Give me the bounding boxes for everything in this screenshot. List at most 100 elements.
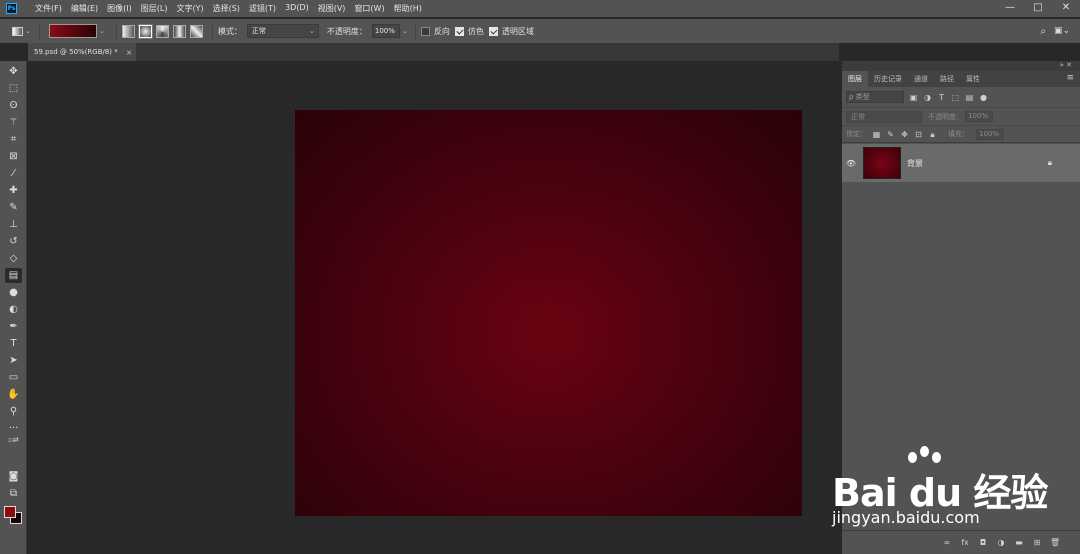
mode-select[interactable]: 正常 ⌄ [246, 24, 319, 38]
default-colors-icon[interactable]: ▫⇄ [5, 433, 22, 448]
gradient-icon[interactable]: ▤ [5, 268, 22, 283]
baidu-watermark: Bai du 经验 jingyan.baidu.com [826, 440, 1048, 540]
menu-image[interactable]: 图像(I) [107, 3, 132, 14]
menu-window[interactable]: 窗口(W) [354, 3, 384, 14]
layer-name: 背景 [907, 158, 923, 168]
pen-icon[interactable]: ✒ [5, 319, 22, 334]
menu-type[interactable]: 文字(Y) [176, 3, 203, 14]
move-icon[interactable]: ✥ [5, 64, 22, 79]
radial-gradient-button[interactable] [137, 23, 153, 39]
workspace-icon[interactable]: ▣⌄ [1054, 26, 1070, 36]
eraser-icon[interactable]: ◇ [5, 251, 22, 266]
marquee-icon[interactable]: ⬚ [5, 81, 22, 96]
blur-icon[interactable]: ● [5, 285, 22, 300]
menu-view[interactable]: 视图(V) [318, 3, 346, 14]
workspace [28, 61, 839, 554]
diamond-gradient-button[interactable] [189, 24, 203, 38]
chevron-down-icon[interactable]: ⌄ [99, 27, 105, 35]
reflected-gradient-button[interactable] [172, 24, 186, 38]
filter-toggle-icon[interactable]: ● [979, 93, 988, 102]
chevron-down-icon[interactable]: ⌄ [400, 24, 410, 38]
eyedropper-icon[interactable]: ⁄ [5, 166, 22, 181]
quick-mask-icon[interactable]: ◙ [5, 469, 22, 484]
dither-checkbox[interactable] [454, 26, 464, 36]
document-tab[interactable]: 59.psd @ 50%(RGB/8) * × [28, 43, 136, 61]
dodge-icon[interactable]: ◐ [5, 302, 22, 317]
zoom-icon[interactable]: ⚲ [5, 404, 22, 419]
tool-preset-picker[interactable]: ⌄ [12, 23, 34, 39]
angle-gradient-button[interactable] [155, 24, 169, 38]
gradient-picker[interactable] [49, 24, 97, 38]
hand-icon[interactable]: ✋ [5, 387, 22, 402]
fill-label: 填充： [948, 130, 969, 138]
lock-artboard-icon[interactable]: ⊡ [914, 130, 923, 139]
layer-opacity-input[interactable]: 100% [965, 111, 993, 122]
close-icon[interactable]: × [126, 48, 133, 57]
tab-history[interactable]: 历史记录 [868, 71, 908, 87]
tab-paths[interactable]: 路径 [934, 71, 960, 87]
path-selection-icon[interactable]: ➤ [5, 353, 22, 368]
rectangle-icon[interactable]: ▭ [5, 370, 22, 385]
visibility-eye-icon[interactable]: 👁︎ [842, 159, 860, 168]
clone-stamp-icon[interactable]: ⊥ [5, 217, 22, 232]
menu-file[interactable]: 文件(F) [35, 3, 62, 14]
filter-shape-icon[interactable]: ⬚ [951, 93, 960, 102]
collapse-icon[interactable]: » ✕ [1060, 61, 1072, 69]
close-button[interactable]: ✕ [1052, 0, 1080, 17]
panel-header: » ✕ [842, 61, 1080, 71]
search-icon[interactable]: ⌕ [1040, 26, 1046, 37]
mode-label: 模式： [217, 26, 242, 36]
tab-properties[interactable]: 属性 [960, 71, 986, 87]
healing-brush-icon[interactable]: ✚ [5, 183, 22, 198]
divider [211, 23, 213, 39]
magic-wand-icon[interactable]: ⚚ [5, 115, 22, 130]
menu-help[interactable]: 帮助(H) [394, 3, 422, 14]
delete-layer-icon[interactable]: 🗑︎ [1050, 538, 1060, 547]
lock-position-icon[interactable]: ✥ [900, 130, 909, 139]
menu-filter[interactable]: 滤镜(T) [249, 3, 276, 14]
menu-items: 文件(F) 编辑(E) 图像(I) 图层(L) 文字(Y) 选择(S) 滤镜(T… [35, 3, 431, 14]
crop-icon[interactable]: ⌗ [5, 132, 22, 147]
opacity-input[interactable]: 100% [371, 24, 400, 38]
menu-edit[interactable]: 编辑(E) [71, 3, 98, 14]
lock-all-icon[interactable]: 🔒︎ [928, 130, 937, 139]
menu-select[interactable]: 选择(S) [213, 3, 240, 14]
chevron-down-icon: ⌄ [309, 27, 315, 35]
blend-row: 正常 不透明度： 100% [842, 107, 1080, 125]
history-brush-icon[interactable]: ↺ [5, 234, 22, 249]
filter-pixel-icon[interactable]: ▣ [909, 93, 918, 102]
lasso-icon[interactable]: ʘ [5, 98, 22, 113]
filter-adjustment-icon[interactable]: ◑ [923, 93, 932, 102]
new-layer-icon[interactable]: ⊞ [1032, 538, 1042, 547]
menu-layer[interactable]: 图层(L) [141, 3, 168, 14]
frame-icon[interactable]: ⊠ [5, 149, 22, 164]
fill-input[interactable]: 100% [976, 128, 1004, 140]
tab-layers[interactable]: 图层 [842, 71, 868, 87]
type-icon[interactable]: T [5, 336, 22, 351]
maximize-button[interactable]: □ [1024, 0, 1052, 17]
transparency-checkbox[interactable] [488, 26, 498, 36]
linear-gradient-button[interactable] [121, 24, 135, 38]
blend-mode-select[interactable]: 正常 [846, 110, 922, 123]
lock-transparency-icon[interactable]: ▦ [872, 130, 881, 139]
menu-bar: Ps 文件(F) 编辑(E) 图像(I) 图层(L) 文字(Y) 选择(S) 滤… [0, 0, 1080, 17]
filter-type-icon[interactable]: T [937, 93, 946, 102]
lock-pixels-icon[interactable]: ✎ [886, 130, 895, 139]
layer-row[interactable]: 👁︎ 背景 🔒︎ [842, 144, 1080, 182]
layer-filter-row: ρ 类型 ▣ ◑ T ⬚ ▤ ● [842, 87, 1080, 107]
filter-type-select[interactable]: ρ 类型 [846, 91, 904, 103]
screen-mode-icon[interactable]: ⧉ [5, 486, 22, 501]
tab-channels[interactable]: 通道 [908, 71, 934, 87]
reverse-checkbox[interactable] [420, 26, 430, 36]
filter-smart-object-icon[interactable]: ▤ [965, 93, 974, 102]
document-canvas[interactable] [295, 110, 802, 516]
brush-icon[interactable]: ✎ [5, 200, 22, 215]
panel-menu-icon[interactable]: ≡ [1066, 73, 1074, 83]
minimize-button[interactable]: — [996, 0, 1024, 17]
foreground-color-swatch[interactable] [4, 506, 16, 518]
menu-3d[interactable]: 3D(D) [285, 3, 309, 14]
window-controls: — □ ✕ [996, 0, 1080, 17]
layer-lock-icon: 🔒︎ [1047, 158, 1052, 167]
options-right: ⌕ ▣⌄ [1040, 26, 1070, 37]
divider [115, 23, 117, 39]
